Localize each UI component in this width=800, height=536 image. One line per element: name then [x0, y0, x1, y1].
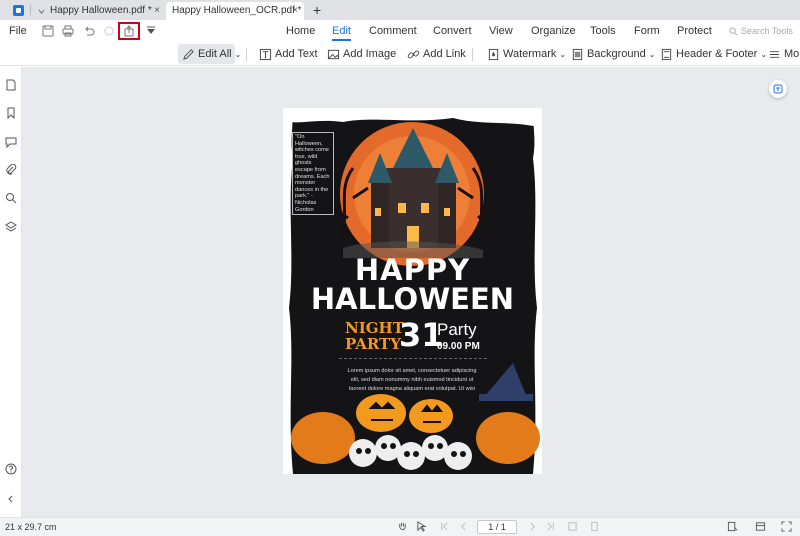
menu-form[interactable]: Form — [634, 25, 660, 37]
hand-tool-icon[interactable] — [397, 521, 408, 532]
edit-toolbar: Edit All ⌄ Add Text Add Image Add Link W… — [0, 42, 800, 66]
attachment-icon[interactable] — [5, 164, 17, 176]
more-button[interactable]: Mo — [768, 44, 799, 64]
dropdown-arrow-icon[interactable] — [146, 26, 156, 36]
poster-time[interactable]: 09.00 PM — [437, 341, 480, 352]
left-sidebar — [0, 67, 22, 517]
menu-home[interactable]: Home — [286, 25, 315, 37]
tab-bar: Happy Halloween.pdf * × Happy Halloween_… — [0, 0, 800, 20]
image-icon — [327, 49, 340, 59]
close-icon[interactable]: × — [292, 2, 298, 20]
new-tab-button[interactable]: + — [313, 0, 321, 20]
poster-quote[interactable]: "On Halloween, witches come true, wild g… — [292, 132, 334, 216]
status-bar: 21 x 29.7 cm 1 / 1 — [0, 517, 800, 536]
search-icon — [729, 27, 738, 36]
background-icon — [572, 48, 583, 60]
comment-icon[interactable] — [5, 136, 17, 148]
add-link-label: Add Link — [423, 48, 466, 60]
search-icon[interactable] — [5, 192, 17, 204]
app-logo — [13, 5, 24, 16]
share-icon[interactable] — [118, 22, 140, 40]
last-page-icon[interactable] — [545, 521, 556, 532]
ai-assistant-button[interactable] — [769, 80, 787, 98]
document-canvas[interactable]: "On Halloween, witches come true, wild g… — [22, 67, 800, 517]
poster-party[interactable]: Party — [437, 321, 477, 339]
pencil-icon — [183, 48, 194, 60]
background-label: Background — [587, 48, 646, 60]
page-thumbnail-icon[interactable] — [5, 79, 17, 91]
menu-convert[interactable]: Convert — [433, 25, 472, 37]
header-footer-label: Header & Footer — [676, 48, 758, 60]
add-text-label: Add Text — [275, 48, 318, 60]
tab-happy-halloween[interactable]: Happy Halloween.pdf * × — [32, 2, 166, 20]
page-number-input[interactable]: 1 / 1 — [477, 520, 517, 534]
tab-label: Happy Halloween_OCR.pdf * — [172, 5, 302, 16]
tab-label: Happy Halloween.pdf * — [50, 5, 152, 16]
poster-party-small[interactable]: PARTY — [345, 337, 401, 352]
header-footer-icon — [661, 48, 672, 60]
menu-edit[interactable]: Edit — [332, 25, 351, 41]
edit-all-label: Edit All — [198, 48, 232, 60]
chevron-down-icon: ⌄ — [559, 49, 567, 59]
prev-page-icon[interactable] — [458, 521, 469, 532]
background-button[interactable]: Background ⌄ — [571, 44, 655, 64]
bookmark-icon[interactable] — [5, 107, 17, 119]
divider — [339, 358, 487, 359]
undo-icon[interactable] — [82, 24, 96, 38]
poster-night[interactable]: NIGHT — [345, 321, 404, 336]
fullscreen-icon[interactable] — [781, 521, 792, 532]
watermark-icon — [488, 48, 499, 60]
close-icon[interactable]: × — [154, 2, 160, 20]
header-footer-button[interactable]: Header & Footer ⌄ — [660, 44, 767, 64]
page-layout-icon[interactable] — [755, 521, 766, 532]
divider — [246, 48, 247, 61]
menu-comment[interactable]: Comment — [369, 25, 417, 37]
translate-icon — [773, 84, 783, 94]
add-image-label: Add Image — [343, 48, 397, 60]
file-menu[interactable]: File — [9, 25, 27, 37]
first-page-icon[interactable] — [439, 521, 450, 532]
next-page-icon[interactable] — [527, 521, 538, 532]
watermark-label: Watermark — [503, 48, 557, 60]
menu-view[interactable]: View — [489, 25, 513, 37]
fit-page-icon[interactable] — [567, 521, 578, 532]
menu-tools[interactable]: Tools — [590, 25, 616, 37]
chevron-down-icon — [38, 9, 45, 14]
search-tools-input[interactable]: Search Tools — [741, 26, 793, 36]
add-text-button[interactable]: Add Text — [259, 44, 318, 64]
layers-icon[interactable] — [5, 221, 17, 233]
menu-bar: File Home Edit Comment Convert View Orga… — [0, 20, 800, 42]
chevron-down-icon: ⌄ — [234, 49, 242, 59]
zoom-icon[interactable] — [727, 521, 738, 532]
collapse-sidebar-icon[interactable] — [5, 493, 17, 505]
menu-lines-icon — [769, 50, 780, 58]
add-image-button[interactable]: Add Image — [327, 44, 396, 64]
select-tool-icon[interactable] — [416, 521, 427, 532]
watermark-button[interactable]: Watermark ⌄ — [487, 44, 566, 64]
redo-icon[interactable] — [102, 24, 116, 38]
save-icon[interactable] — [41, 24, 55, 38]
poster-body-text[interactable]: Lorem ipsum dolor sit amet, consectetuer… — [345, 367, 479, 394]
chevron-down-icon: ⌄ — [648, 49, 656, 59]
menu-protect[interactable]: Protect — [677, 25, 712, 37]
page-dimensions: 21 x 29.7 cm — [5, 522, 57, 532]
edit-all-button[interactable]: Edit All ⌄ — [178, 44, 241, 64]
tab-happy-halloween-ocr[interactable]: Happy Halloween_OCR.pdf * × — [166, 2, 304, 20]
single-page-icon[interactable] — [589, 521, 600, 532]
poster-halloween[interactable]: HALLOWEEN — [283, 282, 542, 316]
add-link-button[interactable]: Add Link — [407, 44, 466, 64]
chevron-down-icon: ⌄ — [760, 49, 768, 59]
help-icon[interactable] — [5, 463, 17, 475]
pdf-page[interactable]: "On Halloween, witches come true, wild g… — [283, 108, 542, 474]
print-icon[interactable] — [61, 24, 75, 38]
more-label: Mo — [784, 48, 800, 60]
link-icon — [407, 50, 420, 58]
menu-organize[interactable]: Organize — [531, 25, 576, 37]
text-box-icon — [259, 48, 272, 60]
divider — [30, 5, 31, 15]
divider — [472, 48, 473, 61]
